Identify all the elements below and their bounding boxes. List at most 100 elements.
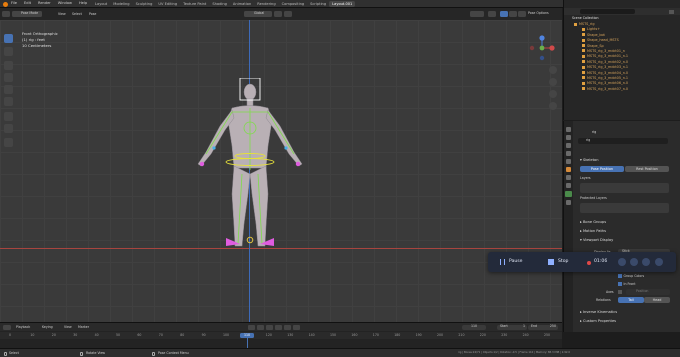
motion-paths-panel-header[interactable]: ▸ Motion Paths [576,228,606,234]
constraints-tab-icon[interactable] [566,183,571,188]
tab-layout-001[interactable]: Layout.001 [329,1,356,7]
annotate-tool-icon[interactable] [4,112,13,121]
orientation-dropdown[interactable]: Global [244,11,272,17]
relations-head-button[interactable]: Head [644,297,670,303]
pivot-icon[interactable] [274,11,282,17]
menu-view[interactable]: View [58,12,66,16]
tool-tab-icon[interactable] [566,127,571,132]
step-back-icon[interactable] [257,324,264,330]
rotate-tool-icon[interactable] [4,73,13,82]
menu-help[interactable]: Help [79,1,87,6]
cursor-tool-icon[interactable] [4,47,13,56]
armature-data-tab-icon[interactable] [565,191,572,197]
overlays-icon[interactable] [470,11,484,17]
tab-animation[interactable]: Animation [230,1,254,7]
tree-item[interactable]: MSTS_rig_3_mdct07_n.0 [568,87,680,92]
tab-sculpting[interactable]: Sculpting [133,1,156,7]
start-frame-field[interactable]: Start 1 [497,324,527,330]
playhead-frame[interactable]: 110 [240,332,254,338]
navigation-gizmo[interactable] [528,34,556,62]
camera-toggle-icon[interactable] [630,258,638,266]
stop-icon[interactable] [548,259,554,265]
in-front-checkbox[interactable]: In Front [618,282,636,286]
datablock-field[interactable]: rig [578,138,668,144]
group-colors-checkbox[interactable]: Group Colors [618,274,644,278]
microphone-icon[interactable] [618,258,626,266]
pause-icon[interactable] [500,259,505,265]
pan-hand-icon[interactable] [549,78,557,86]
menu-keying[interactable]: Keying [42,325,53,329]
protected-layer-grid[interactable] [580,203,669,213]
menu-render[interactable]: Render [38,1,51,6]
play-icon[interactable] [275,324,282,330]
menu-file[interactable]: File [11,1,17,6]
ortho-grid-icon[interactable] [549,102,557,110]
menu-edit[interactable]: Edit [24,1,31,6]
render-tab-icon[interactable] [566,135,571,140]
editor-type-icon[interactable] [2,11,10,17]
skeleton-panel-header[interactable]: ▾ Skeleton [576,157,599,163]
tab-scripting[interactable]: Scripting [307,1,329,7]
scale-tool-icon[interactable] [4,85,13,94]
object-tab-icon[interactable] [566,167,571,172]
current-frame-field[interactable]: 110 [462,324,486,330]
jump-end-icon[interactable] [293,324,300,330]
pose-options-dropdown[interactable]: Pose Options [528,11,549,15]
transform-tool-icon[interactable] [4,97,13,106]
layer-grid[interactable] [580,183,669,193]
tab-modeling[interactable]: Modeling [110,1,132,7]
bone-tool-icon[interactable] [4,138,13,147]
rest-position-button[interactable]: Rest Position [625,166,669,172]
tab-rendering[interactable]: Rendering [254,1,278,7]
menu-pose[interactable]: Pose [89,12,96,16]
menu-marker[interactable]: Marker [78,325,89,329]
play-reverse-icon[interactable] [266,324,273,330]
shading-solid-icon[interactable] [500,11,508,17]
output-tab-icon[interactable] [566,143,571,148]
mode-dropdown[interactable]: Pose Mode [12,11,42,17]
select-box-tool-icon[interactable] [4,34,13,43]
filter-icon[interactable] [669,9,674,14]
physics-tab-icon[interactable] [566,175,571,180]
shading-material-icon[interactable] [509,11,517,17]
pause-button[interactable]: Pause [509,259,523,265]
inverse-kinematics-panel-header[interactable]: ▸ Inverse Kinematics [576,309,617,315]
move-tool-icon[interactable] [4,61,13,70]
custom-properties-panel-header[interactable]: ▸ Custom Properties [576,318,616,324]
measure-tool-icon[interactable] [4,124,13,133]
outliner-root[interactable]: Scene Collection [572,16,599,20]
blender-logo-icon[interactable] [3,1,8,7]
end-frame-field[interactable]: End 250 [528,324,558,330]
world-tab-icon[interactable] [566,159,571,164]
tab-layout[interactable]: Layout [92,1,110,7]
draw-icon[interactable] [642,258,650,266]
bone-groups-panel-header[interactable]: ▸ Bone Groups [576,219,606,225]
tab-uv-editing[interactable]: UV Editing [155,1,180,7]
tab-compositing[interactable]: Compositing [279,1,308,7]
bone-tab-icon[interactable] [566,200,571,205]
snap-icon[interactable] [284,11,292,17]
tab-texture-paint[interactable]: Texture Paint [180,1,209,7]
menu-select[interactable]: Select [72,12,82,16]
menu-view-timeline[interactable]: View [64,325,72,329]
axes-position-field[interactable]: Position [626,289,670,295]
timeline-editor-icon[interactable] [3,324,11,330]
pose-position-button[interactable]: Pose Position [580,166,624,172]
axes-checkbox[interactable] [618,290,622,294]
xray-icon[interactable] [488,11,496,17]
relations-tail-button[interactable]: Tail [618,297,644,303]
tab-shading[interactable]: Shading [209,1,230,7]
character-rig[interactable] [180,78,320,262]
menu-window[interactable]: Window [58,1,72,6]
stop-button[interactable]: Stop [558,259,568,265]
step-forward-icon[interactable] [284,324,291,330]
recorder-menu-icon[interactable] [655,258,663,266]
viewport-display-panel-header[interactable]: ▾ Viewport Display [576,237,613,243]
menu-playback[interactable]: Playback [16,325,30,329]
scene-tab-icon[interactable] [566,151,571,156]
shading-rendered-icon[interactable] [518,11,526,17]
camera-icon[interactable] [549,90,557,98]
jump-start-icon[interactable] [248,324,255,330]
3d-viewport[interactable]: Front Orthographic (1) rig : feet 10 Cen… [0,20,562,322]
zoom-icon[interactable] [549,66,557,74]
